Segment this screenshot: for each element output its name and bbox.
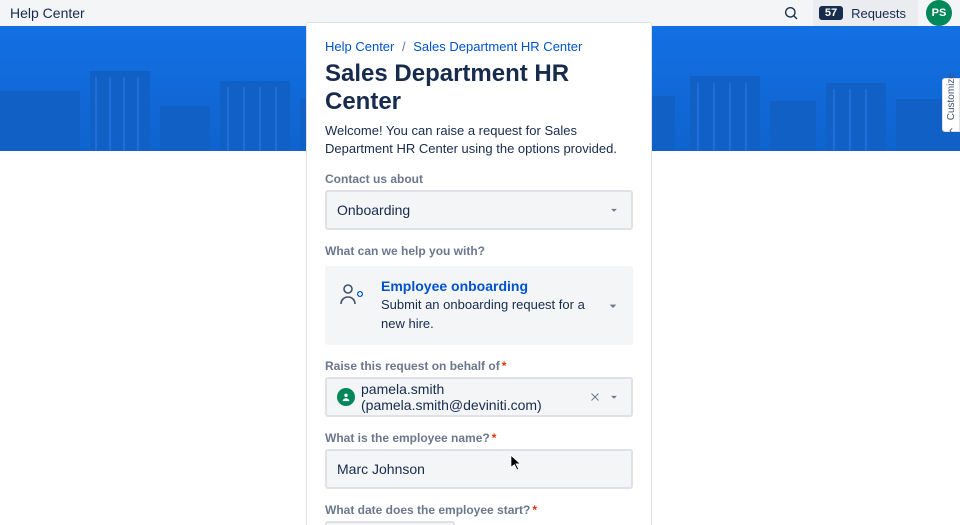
empname-input-wrap <box>325 449 633 489</box>
topbar-title[interactable]: Help Center <box>10 5 85 21</box>
requests-pill[interactable]: 57 Requests <box>813 0 918 27</box>
behalf-chip: pamela.smith (pamela.smith@deviniti.com) <box>337 381 589 413</box>
onboarding-card: Employee onboarding Submit an onboarding… <box>325 266 633 344</box>
startdate-input[interactable] <box>325 521 455 525</box>
empname-input[interactable] <box>337 461 621 477</box>
chevron-left-icon: ‹ <box>949 123 953 137</box>
behalf-value: pamela.smith (pamela.smith@deviniti.com) <box>361 381 589 413</box>
empname-label: What is the employee name?* <box>325 431 633 445</box>
request-panel: Help Center / Sales Department HR Center… <box>306 22 652 525</box>
contact-label: Contact us about <box>325 172 633 186</box>
clear-icon[interactable] <box>589 391 601 403</box>
startdate-label: What date does the employee start?* <box>325 503 633 517</box>
breadcrumb: Help Center / Sales Department HR Center <box>325 39 633 54</box>
breadcrumb-help-center[interactable]: Help Center <box>325 39 394 54</box>
breadcrumb-sep: / <box>402 39 406 54</box>
welcome-text: Welcome! You can raise a request for Sal… <box>325 122 633 158</box>
requests-badge: 57 <box>819 6 843 20</box>
helpwith-label: What can we help you with? <box>325 244 633 258</box>
onboarding-icon <box>337 278 369 310</box>
required-star: * <box>492 431 497 445</box>
chevron-down-icon <box>607 390 621 404</box>
avatar[interactable]: PS <box>926 0 952 26</box>
required-star: * <box>532 503 537 517</box>
behalf-select[interactable]: pamela.smith (pamela.smith@deviniti.com) <box>325 377 633 417</box>
behalf-label: Raise this request on behalf of* <box>325 359 633 373</box>
onboarding-card-title[interactable]: Employee onboarding <box>381 278 593 294</box>
search-icon[interactable] <box>777 0 805 27</box>
breadcrumb-dept[interactable]: Sales Department HR Center <box>413 39 582 54</box>
customize-label: Customize <box>946 73 957 120</box>
contact-value: Onboarding <box>337 202 607 218</box>
startdate-input-wrap: × <box>325 521 455 525</box>
user-icon <box>337 388 355 406</box>
chevron-down-icon <box>607 203 621 217</box>
onboarding-card-sub: Submit an onboarding request for a new h… <box>381 296 593 332</box>
required-star: * <box>502 359 507 373</box>
requests-label: Requests <box>851 6 906 21</box>
customize-rail[interactable]: Customize ‹ <box>942 78 960 132</box>
page-title: Sales Department HR Center <box>325 60 633 116</box>
chevron-down-icon[interactable] <box>605 298 621 314</box>
contact-select[interactable]: Onboarding <box>325 190 633 230</box>
